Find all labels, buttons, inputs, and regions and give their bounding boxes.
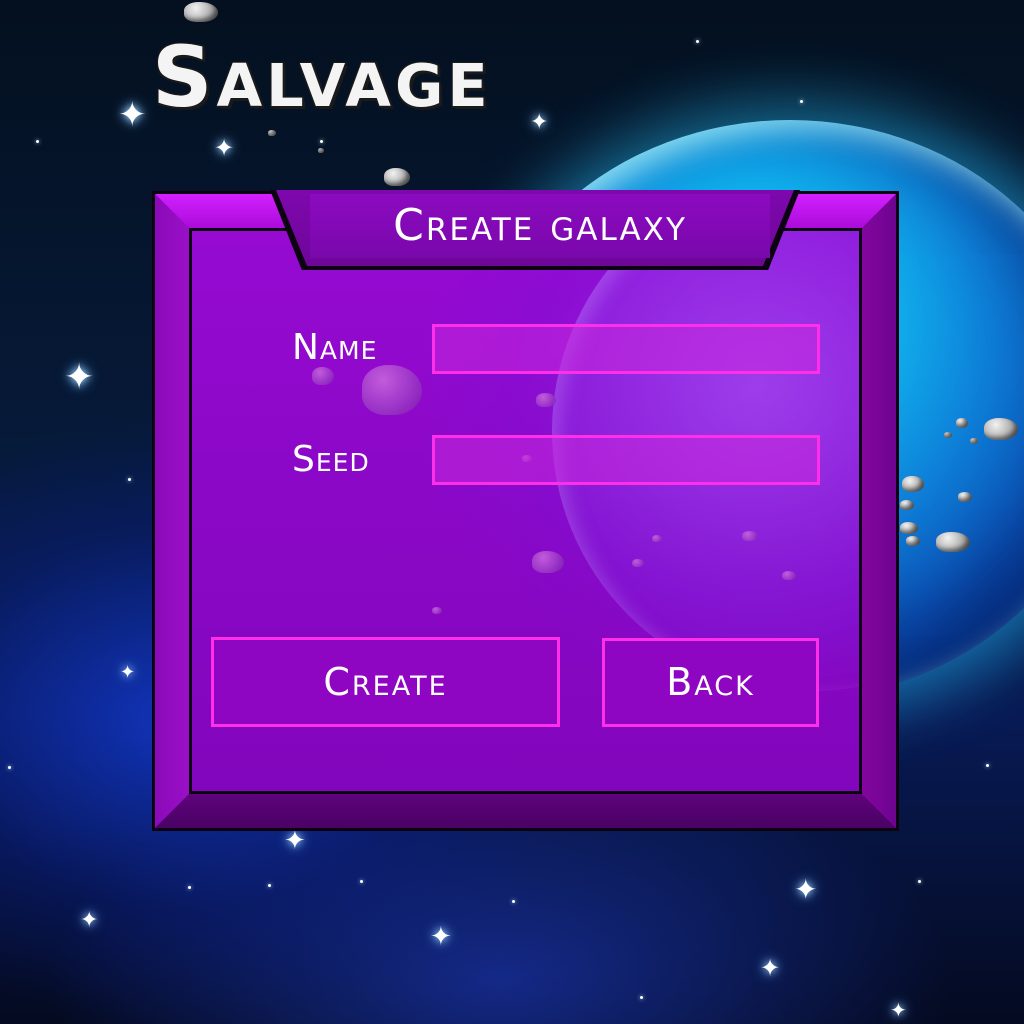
asteroid [900, 522, 918, 534]
asteroid [362, 365, 422, 415]
asteroid [318, 148, 324, 153]
star-icon: ✦ [214, 134, 235, 162]
star-icon: ✦ [118, 95, 147, 135]
star-dot [188, 886, 191, 889]
asteroid [532, 551, 564, 573]
asteroid [632, 559, 644, 567]
star-dot [36, 140, 39, 143]
star-dot [128, 478, 131, 481]
create-button[interactable]: Create [211, 637, 560, 727]
star-icon: ✦ [430, 922, 452, 952]
asteroid [984, 418, 1018, 440]
star-dot [320, 140, 323, 143]
create-galaxy-dialog [152, 191, 899, 831]
name-label: Name [292, 327, 378, 368]
dialog-title: Create galaxy [393, 200, 687, 251]
star-icon: ✦ [760, 954, 781, 982]
asteroid [900, 500, 914, 510]
back-button[interactable]: Back [602, 638, 819, 727]
star-dot [268, 884, 271, 887]
star-dot [8, 766, 11, 769]
game-title: Salvage [152, 28, 492, 126]
game-screen: ✦ ✦ ✦ ✦ ✦ ✦ ✦ ✦ ✦ ✦ ✦ Salvage Create gal… [0, 0, 1024, 1024]
seed-input[interactable] [432, 435, 820, 485]
asteroid [956, 418, 968, 428]
asteroid [652, 535, 662, 542]
star-dot [696, 40, 699, 43]
panel-bevel-bottom [155, 792, 896, 828]
asteroid [184, 2, 218, 22]
star-icon: ✦ [120, 662, 136, 683]
asteroid [970, 438, 978, 444]
star-icon: ✦ [284, 826, 306, 856]
panel-bevel-right [860, 194, 896, 828]
star-icon: ✦ [80, 908, 99, 933]
asteroid [782, 571, 796, 580]
star-icon: ✦ [890, 998, 907, 1022]
asteroid [312, 367, 334, 385]
asteroid [384, 168, 410, 186]
star-dot [986, 764, 989, 767]
asteroid [536, 393, 556, 407]
name-input[interactable] [432, 324, 820, 374]
asteroid [432, 607, 442, 614]
asteroid [936, 532, 970, 552]
asteroid [742, 531, 758, 541]
asteroid [906, 536, 920, 546]
star-dot [800, 100, 803, 103]
star-dot [640, 996, 643, 999]
star-dot [360, 880, 363, 883]
panel-bevel-left [155, 194, 191, 828]
star-icon: ✦ [794, 873, 818, 906]
asteroid [902, 476, 924, 492]
asteroid [944, 432, 952, 438]
asteroid [958, 492, 972, 502]
seed-label: Seed [292, 439, 370, 480]
star-icon: ✦ [64, 357, 95, 398]
star-dot [918, 880, 921, 883]
star-dot [512, 900, 515, 903]
